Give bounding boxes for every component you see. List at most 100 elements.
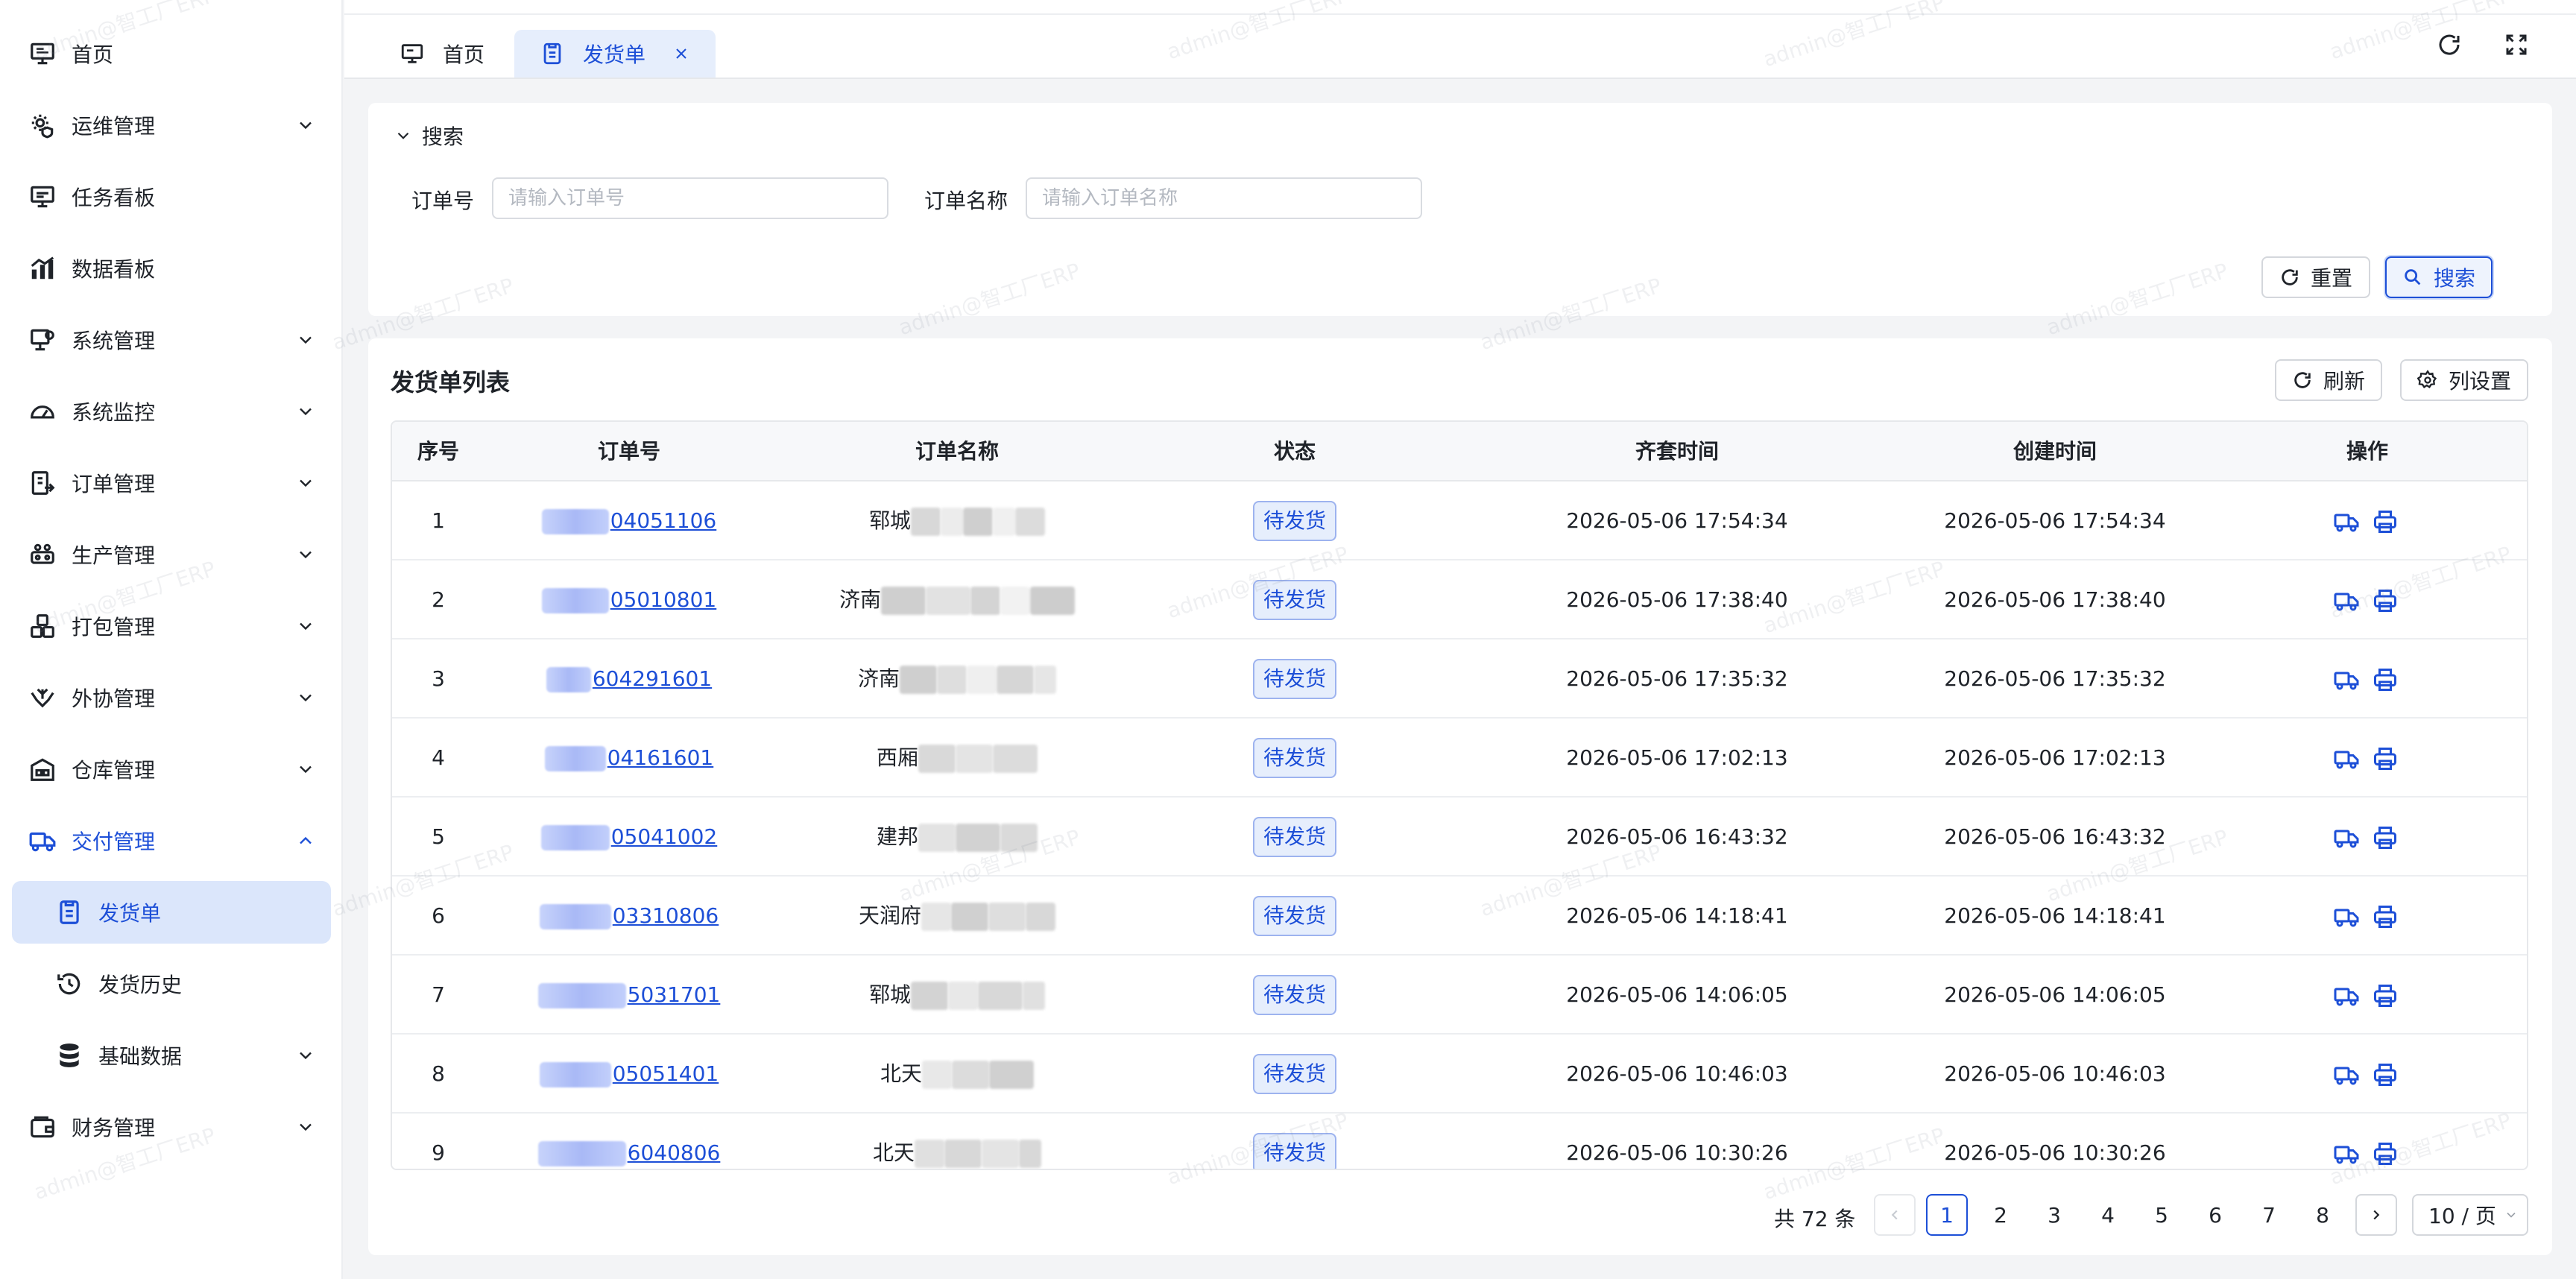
reload-icon[interactable] — [2436, 31, 2463, 58]
cell-created-time: 2026-05-06 17:38:40 — [1944, 587, 2166, 612]
sidebar-item-data-board[interactable]: 数据看板 — [12, 237, 331, 300]
order-no-link[interactable]: 05010801 — [610, 587, 717, 612]
page-button[interactable]: 3 — [2033, 1194, 2075, 1236]
sidebar-item-production[interactable]: 生产管理 — [12, 523, 331, 586]
sidebar-item-outsourcing[interactable]: 外协管理 — [12, 666, 331, 729]
table-row: 1 04051106 郓城 待发货 2026-05-06 17:54:34 20… — [392, 481, 2527, 560]
sidebar-item-delivery[interactable]: 交付管理 — [12, 809, 331, 872]
sidebar-item-ops[interactable]: 运维管理 — [12, 94, 331, 157]
sidebar-item-packing[interactable]: 打包管理 — [12, 595, 331, 657]
truck-icon[interactable] — [2333, 508, 2360, 535]
cell-order-no[interactable]: 04051106 — [484, 481, 774, 560]
cell-status: 待发货 — [1140, 877, 1449, 956]
handshake-icon — [28, 683, 57, 712]
order-no-link[interactable]: 03310806 — [613, 903, 719, 928]
truck-icon[interactable] — [2333, 824, 2360, 851]
truck-icon[interactable] — [2333, 587, 2360, 614]
print-icon[interactable] — [2372, 666, 2399, 693]
page-button[interactable]: 5 — [2141, 1194, 2182, 1236]
order-no-link[interactable]: 04161601 — [607, 745, 714, 770]
print-icon[interactable] — [2372, 587, 2399, 614]
dashboard-icon — [28, 183, 57, 211]
redacted-text — [900, 666, 937, 694]
print-icon[interactable] — [2372, 1061, 2399, 1088]
cell-index: 6 — [432, 903, 445, 928]
order-no-link[interactable]: 5031701 — [628, 982, 721, 1007]
cell-order-no[interactable]: 05010801 — [484, 560, 774, 640]
sidebar-item-shipping-order[interactable]: 发货单 — [12, 881, 331, 944]
reset-button[interactable]: 重置 — [2261, 256, 2370, 298]
page-size-value: 10 / 页 — [2428, 1204, 2496, 1228]
gear-icon — [2416, 370, 2437, 388]
page-button[interactable]: 7 — [2248, 1194, 2290, 1236]
page-button[interactable]: 4 — [2087, 1194, 2129, 1236]
redacted-text — [540, 825, 610, 850]
sidebar-item-monitor[interactable]: 系统监控 — [12, 380, 331, 443]
order-no-link[interactable]: 604291601 — [593, 666, 712, 691]
cell-order-no[interactable]: 5031701 — [484, 956, 774, 1035]
cell-status: 待发货 — [1140, 640, 1449, 719]
sidebar-item-basic-data[interactable]: 基础数据 — [12, 1024, 331, 1087]
page-button[interactable]: 2 — [1980, 1194, 2021, 1236]
print-icon[interactable] — [2372, 824, 2399, 851]
page-size-select[interactable]: 10 / 页 — [2412, 1194, 2528, 1236]
tab-home[interactable]: 首页 — [388, 30, 501, 78]
print-icon[interactable] — [2372, 1140, 2399, 1167]
sidebar-item-label: 生产管理 — [72, 543, 156, 568]
sidebar-item-orders[interactable]: 订单管理 — [12, 452, 331, 514]
next-page-button[interactable] — [2355, 1194, 2397, 1236]
sidebar-item-system[interactable]: 系统管理 — [12, 309, 331, 371]
tab-shipping-order[interactable]: 发货单 — [514, 30, 716, 78]
order-no-link[interactable]: 6040806 — [628, 1140, 721, 1165]
cell-order-no[interactable]: 05041002 — [484, 798, 774, 877]
truck-icon[interactable] — [2333, 903, 2360, 930]
sidebar-item-home[interactable]: 首页 — [12, 22, 331, 85]
order-no-link[interactable]: 04051106 — [610, 508, 717, 533]
truck-icon[interactable] — [2333, 745, 2360, 772]
cell-order-no[interactable]: 6040806 — [484, 1114, 774, 1169]
redacted-text — [922, 1061, 952, 1089]
truck-icon[interactable] — [2333, 666, 2360, 693]
close-icon[interactable] — [672, 45, 690, 63]
order-name-text: 天润府 — [858, 903, 921, 928]
search-title: 搜索 — [422, 124, 464, 149]
page-button[interactable]: 1 — [1926, 1194, 1968, 1236]
cell-index: 9 — [432, 1140, 445, 1165]
page-button[interactable]: 6 — [2194, 1194, 2236, 1236]
cell-order-no[interactable]: 604291601 — [484, 640, 774, 719]
search-label: 搜索 — [2433, 266, 2475, 291]
column-settings-button[interactable]: 列设置 — [2400, 359, 2528, 401]
redacted-text — [952, 1061, 989, 1089]
column-settings-label: 列设置 — [2448, 369, 2511, 394]
prev-page-button[interactable] — [1874, 1194, 1916, 1236]
fullscreen-icon[interactable] — [2503, 31, 2530, 58]
print-icon[interactable] — [2372, 903, 2399, 930]
print-icon[interactable] — [2372, 508, 2399, 535]
search-collapse-toggle[interactable]: 搜索 — [394, 121, 464, 151]
truck-icon[interactable] — [2333, 1061, 2360, 1088]
redacted-text — [537, 983, 626, 1008]
sidebar-item-label: 系统监控 — [72, 400, 156, 425]
sidebar-item-shipping-history[interactable]: 发货历史 — [12, 953, 331, 1015]
chevron-right-icon — [2373, 1210, 2380, 1220]
truck-icon[interactable] — [2333, 1140, 2360, 1167]
print-icon[interactable] — [2372, 982, 2399, 1009]
order-name-input[interactable] — [1026, 177, 1422, 219]
order-no-link[interactable]: 05051401 — [613, 1061, 719, 1086]
sidebar: 首页 运维管理 任务看板 数据看板 系统管理 系统监控 订单管理 生产管理 打包… — [0, 0, 343, 1279]
cell-order-no[interactable]: 03310806 — [484, 877, 774, 956]
print-icon[interactable] — [2372, 745, 2399, 772]
sidebar-item-warehouse[interactable]: 仓库管理 — [12, 738, 331, 800]
sidebar-item-finance[interactable]: 财务管理 — [12, 1096, 331, 1158]
cell-order-name: 济南 — [774, 640, 1140, 719]
order-no-link[interactable]: 05041002 — [611, 824, 718, 849]
search-button[interactable]: 搜索 — [2385, 256, 2493, 298]
truck-icon[interactable] — [2333, 982, 2360, 1009]
cell-order-no[interactable]: 04161601 — [484, 719, 774, 798]
sidebar-item-task-board[interactable]: 任务看板 — [12, 165, 331, 228]
order-no-input[interactable] — [492, 177, 888, 219]
page-button[interactable]: 8 — [2302, 1194, 2343, 1236]
refresh-button[interactable]: 刷新 — [2275, 359, 2382, 401]
table-row: 9 6040806 北天 待发货 2026-05-06 10:30:26 202… — [392, 1114, 2527, 1169]
cell-order-no[interactable]: 05051401 — [484, 1035, 774, 1114]
